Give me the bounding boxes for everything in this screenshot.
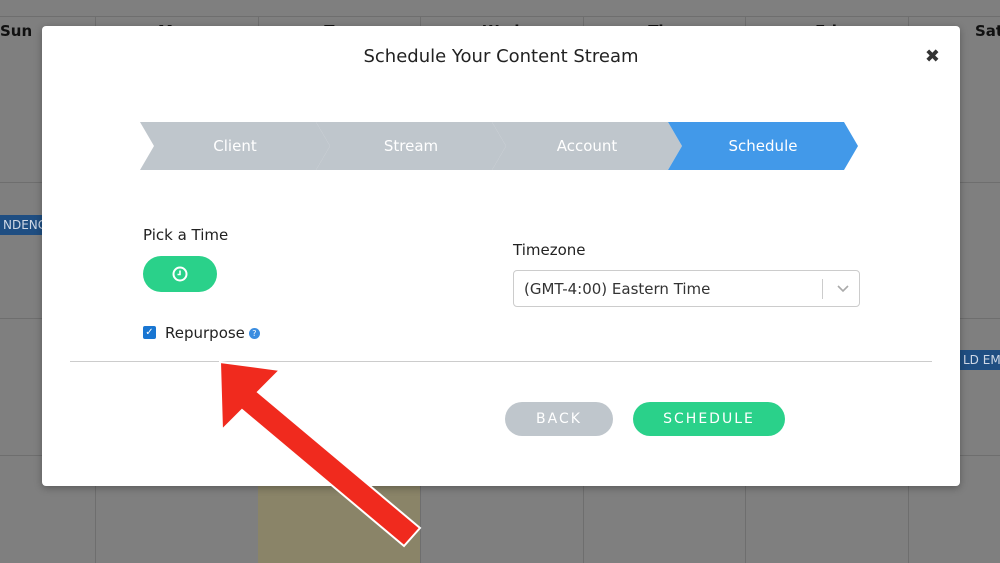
- red-arrow-annotation: [218, 360, 422, 548]
